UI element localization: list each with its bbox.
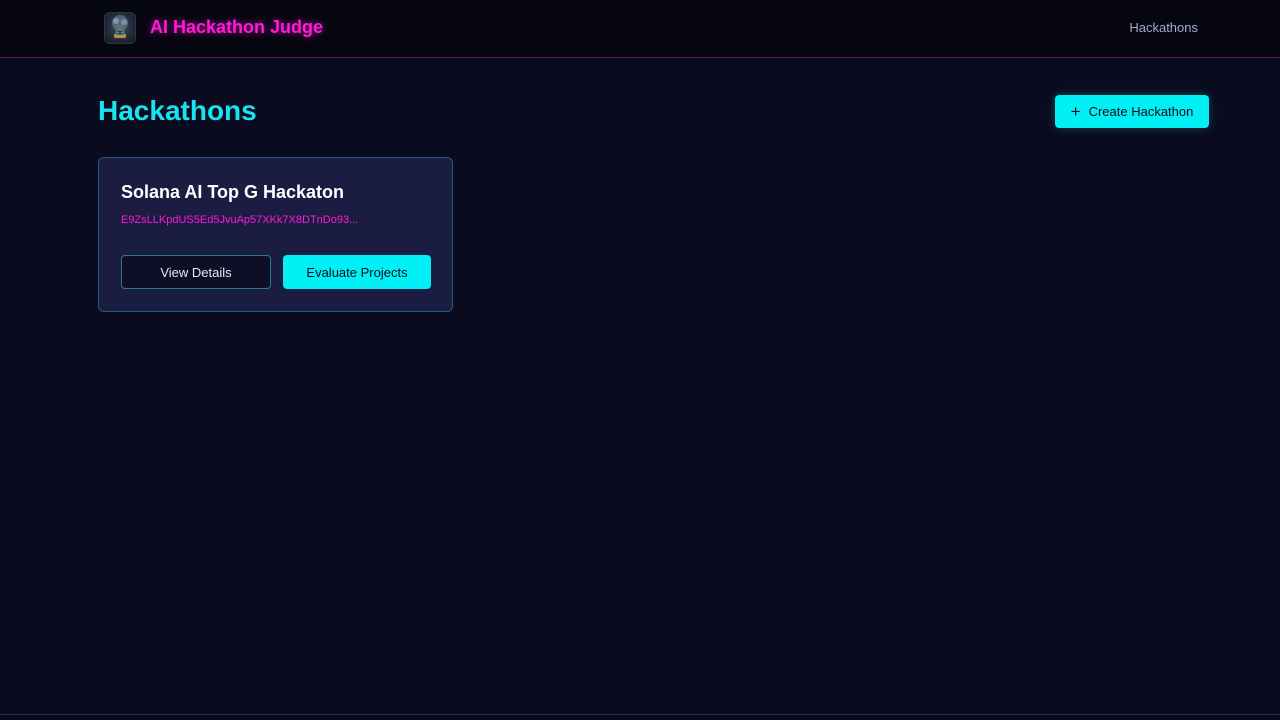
hackathon-wallet-address: E9ZsLLKpdUS5Ed5JvuAp57XKk7X8DTnDo93... bbox=[121, 214, 359, 226]
evaluate-projects-button[interactable]: Evaluate Projects bbox=[283, 255, 431, 289]
create-hackathon-button[interactable]: + Create Hackathon bbox=[1055, 95, 1209, 128]
hackathon-card: Solana AI Top G Hackaton E9ZsLLKpdUS5Ed5… bbox=[98, 157, 453, 312]
hackathon-card-title: Solana AI Top G Hackaton bbox=[121, 182, 345, 202]
create-hackathon-label: Create Hackathon bbox=[1088, 104, 1194, 119]
app-brand-title[interactable]: AI Hackathon Judge bbox=[150, 17, 323, 38]
app-logo-icon[interactable] bbox=[104, 12, 136, 44]
nav-link-hackathons[interactable]: Hackathons bbox=[1129, 20, 1198, 35]
view-details-button[interactable]: View Details bbox=[121, 255, 271, 289]
page-title: Hackathons bbox=[98, 95, 257, 126]
footer-divider bbox=[0, 714, 1280, 715]
top-navbar: AI Hackathon Judge Hackathons bbox=[0, 0, 1280, 58]
plus-icon: + bbox=[1070, 101, 1081, 121]
